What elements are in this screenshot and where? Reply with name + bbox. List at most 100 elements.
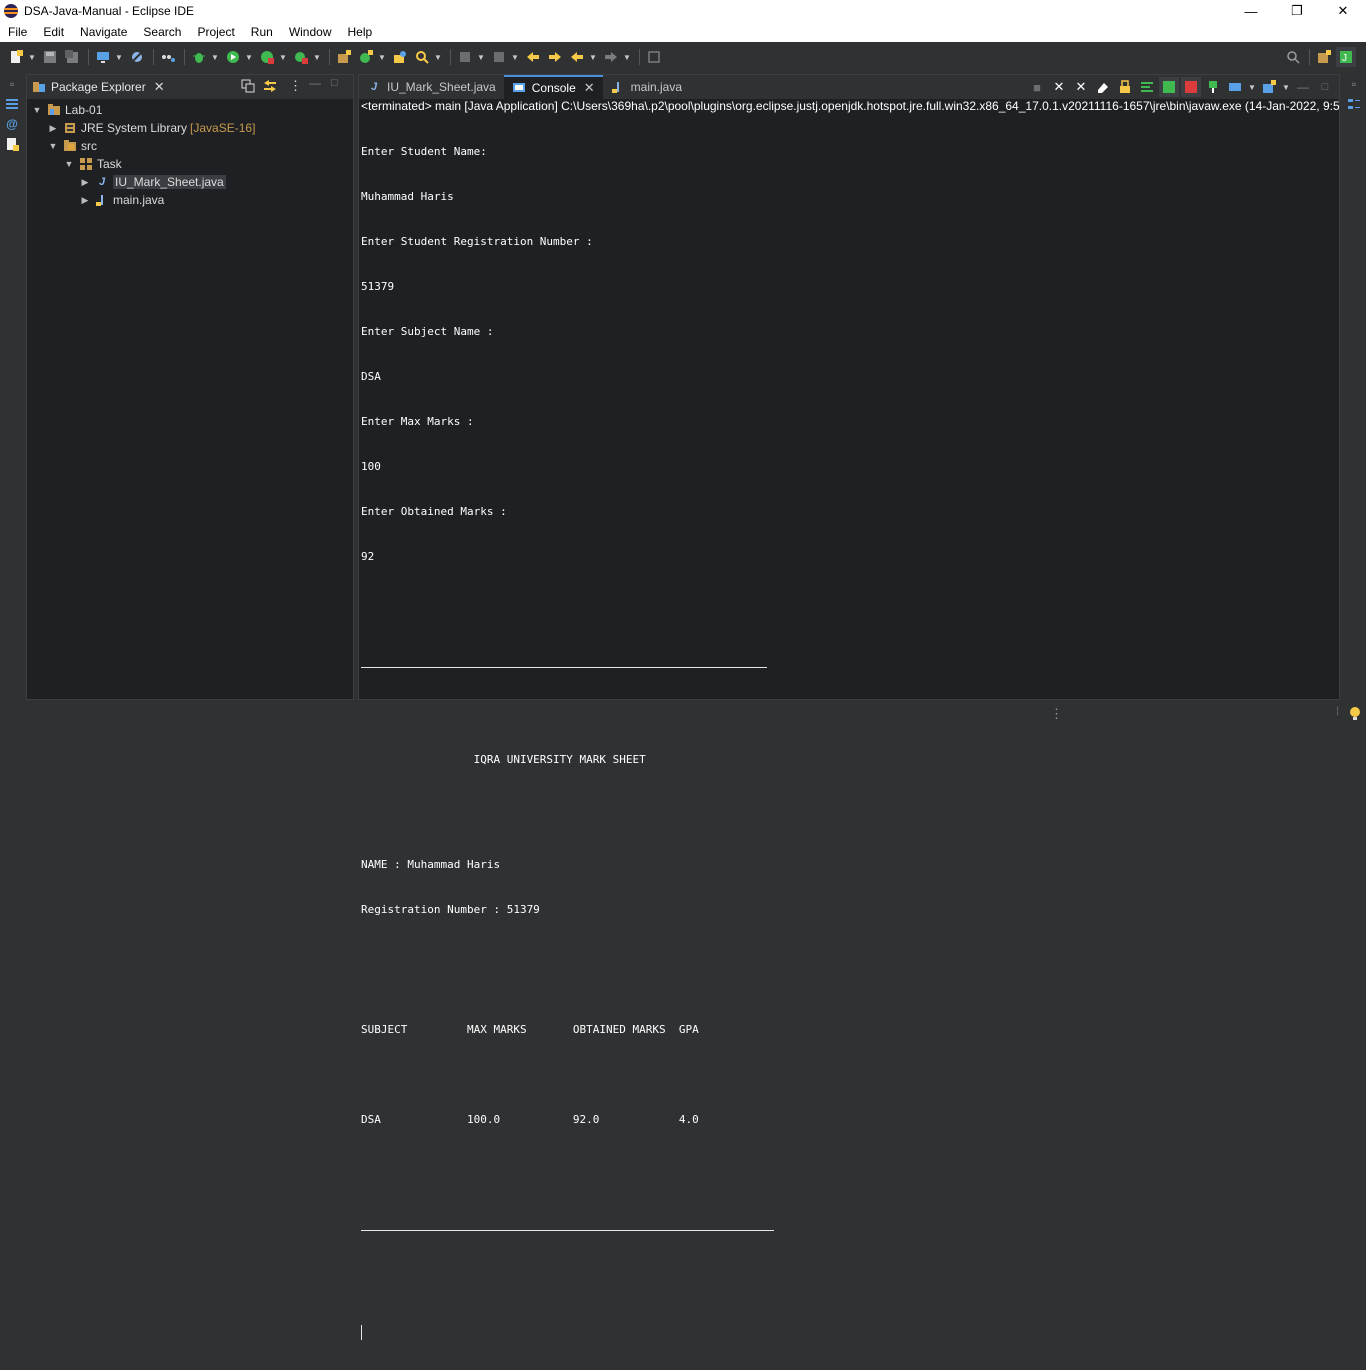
chevron-down-icon[interactable]: ▼ (63, 159, 75, 169)
open-type-icon[interactable] (390, 47, 410, 67)
forward-arrow-icon[interactable] (601, 47, 621, 67)
clear-console-icon[interactable] (1093, 77, 1113, 97)
display-console-dropdown-icon[interactable]: ▼ (1247, 77, 1257, 97)
coverage-icon[interactable] (257, 47, 277, 67)
menu-project[interactable]: Project (189, 22, 242, 42)
tree-item-mark-sheet-file[interactable]: ▶ J IU_Mark_Sheet.java (27, 173, 353, 191)
restore-icon[interactable]: ▫ (4, 76, 20, 92)
tab-mark-sheet[interactable]: J IU_Mark_Sheet.java (359, 75, 504, 99)
eclipse-logo-icon (4, 4, 18, 18)
remove-all-terminated-icon[interactable]: ✕ (1071, 77, 1091, 97)
package-explorer-title[interactable]: Package Explorer (51, 80, 146, 94)
tab-console[interactable]: Console ✕ (503, 75, 603, 99)
forward-dropdown-icon[interactable]: ▼ (623, 47, 631, 67)
back-dropdown-icon[interactable]: ▼ (589, 47, 597, 67)
chevron-right-icon[interactable]: ▶ (47, 123, 59, 134)
last-edit-location-icon[interactable] (523, 47, 543, 67)
back-arrow-icon[interactable] (567, 47, 587, 67)
display-selected-console-icon[interactable] (1225, 77, 1245, 97)
package-icon (79, 157, 93, 171)
save-all-icon[interactable] (62, 47, 82, 67)
declaration-icon[interactable] (4, 136, 20, 152)
menu-search[interactable]: Search (135, 22, 189, 42)
chevron-right-icon[interactable]: ▶ (79, 195, 91, 206)
chevron-down-icon[interactable]: ▼ (47, 141, 59, 151)
open-perspective-icon[interactable] (1314, 47, 1334, 67)
new-dropdown-icon[interactable]: ▼ (28, 47, 36, 67)
new-java-package-icon[interactable] (334, 47, 354, 67)
open-console-icon[interactable] (1259, 77, 1279, 97)
status-menu-icon[interactable]: ⋮ (1050, 706, 1063, 722)
menu-edit[interactable]: Edit (35, 22, 72, 42)
previous-annotation-icon[interactable] (489, 47, 509, 67)
menu-help[interactable]: Help (340, 22, 381, 42)
outline-icon[interactable] (4, 96, 20, 112)
quick-access-search-icon[interactable] (1283, 47, 1303, 67)
toggle-breadcrumb-icon[interactable] (158, 47, 178, 67)
tree-item-src[interactable]: ▼ src (27, 137, 353, 155)
tree-item-package[interactable]: ▼ Task (27, 155, 353, 173)
pin-editor-icon[interactable] (644, 47, 664, 67)
maximize-button[interactable]: ❐ (1274, 0, 1320, 22)
student-name-line: NAME : Muhammad Haris (361, 858, 501, 871)
show-on-stderr-icon[interactable] (1181, 77, 1201, 97)
search-dropdown-icon[interactable]: ▼ (434, 47, 442, 67)
menu-file[interactable]: File (0, 22, 35, 42)
run-dropdown-icon[interactable]: ▼ (245, 47, 253, 67)
terminate-icon[interactable]: ■ (1027, 77, 1047, 97)
chevron-right-icon[interactable]: ▶ (79, 177, 91, 188)
minimize-view-icon[interactable]: — (309, 76, 321, 90)
debug-dropdown-icon[interactable]: ▼ (211, 47, 219, 67)
console-output[interactable]: Enter Student Name: Muhammad Haris Enter… (359, 114, 1339, 1370)
scroll-lock-icon[interactable] (1115, 77, 1135, 97)
next-annotation-icon[interactable] (455, 47, 475, 67)
javadoc-icon[interactable]: @ (4, 116, 20, 132)
skip-breakpoints-icon[interactable] (127, 47, 147, 67)
java-perspective-icon[interactable]: J (1336, 47, 1356, 67)
open-console-dropdown-icon[interactable]: ▼ (1281, 77, 1291, 97)
menu-run[interactable]: Run (243, 22, 281, 42)
show-on-stdout-icon[interactable] (1159, 77, 1179, 97)
external-tools-dropdown-icon[interactable]: ▼ (313, 47, 321, 67)
monitor-dropdown-icon[interactable]: ▼ (115, 47, 123, 67)
minimize-view-icon[interactable]: — (1293, 77, 1313, 97)
view-menu-icon[interactable]: ⋮ (289, 78, 302, 94)
tab-main[interactable]: main.java (603, 75, 690, 99)
collapse-all-icon[interactable] (241, 79, 255, 93)
debug-icon[interactable] (189, 47, 209, 67)
run-icon[interactable] (223, 47, 243, 67)
new-icon[interactable] (6, 47, 26, 67)
close-view-icon[interactable]: ✕ (154, 79, 165, 95)
previous-annotation-dropdown-icon[interactable]: ▼ (511, 47, 519, 67)
console-process-label: <terminated> main [Java Application] C:\… (361, 99, 1339, 113)
word-wrap-icon[interactable] (1137, 77, 1157, 97)
maximize-view-icon[interactable]: □ (331, 77, 338, 89)
menu-navigate[interactable]: Navigate (72, 22, 135, 42)
new-class-dropdown-icon[interactable]: ▼ (378, 47, 386, 67)
monitor-icon[interactable] (93, 47, 113, 67)
save-icon[interactable] (40, 47, 60, 67)
toolbar-separator (639, 49, 640, 65)
minimize-button[interactable]: — (1228, 0, 1274, 22)
search-icon[interactable] (412, 47, 432, 67)
external-tools-icon[interactable] (291, 47, 311, 67)
pin-console-icon[interactable] (1203, 77, 1223, 97)
remove-launch-icon[interactable]: ✕ (1049, 77, 1069, 97)
tree-item-jre-library[interactable]: ▶ JRE System Library [JavaSE-16] (27, 119, 353, 137)
editor-tab-bar: J IU_Mark_Sheet.java Console ✕ main.java… (359, 75, 1339, 99)
maximize-view-icon[interactable]: □ (1315, 77, 1335, 97)
link-with-editor-icon[interactable] (263, 79, 277, 93)
next-annotation-dropdown-icon[interactable]: ▼ (477, 47, 485, 67)
coverage-dropdown-icon[interactable]: ▼ (279, 47, 287, 67)
tip-lightbulb-icon[interactable] (1348, 706, 1362, 722)
chevron-down-icon[interactable]: ▼ (31, 105, 43, 115)
tree-item-project[interactable]: ▼ Lab-01 (27, 101, 353, 119)
close-tab-icon[interactable]: ✕ (584, 80, 595, 96)
new-java-class-icon[interactable] (356, 47, 376, 67)
restore-icon[interactable]: ▫ (1346, 76, 1362, 92)
tree-item-main-file[interactable]: ▶ main.java (27, 191, 353, 209)
close-window-button[interactable]: ✕ (1320, 0, 1366, 22)
menu-window[interactable]: Window (281, 22, 340, 42)
task-list-icon[interactable] (1346, 96, 1362, 112)
next-edit-location-icon[interactable] (545, 47, 565, 67)
